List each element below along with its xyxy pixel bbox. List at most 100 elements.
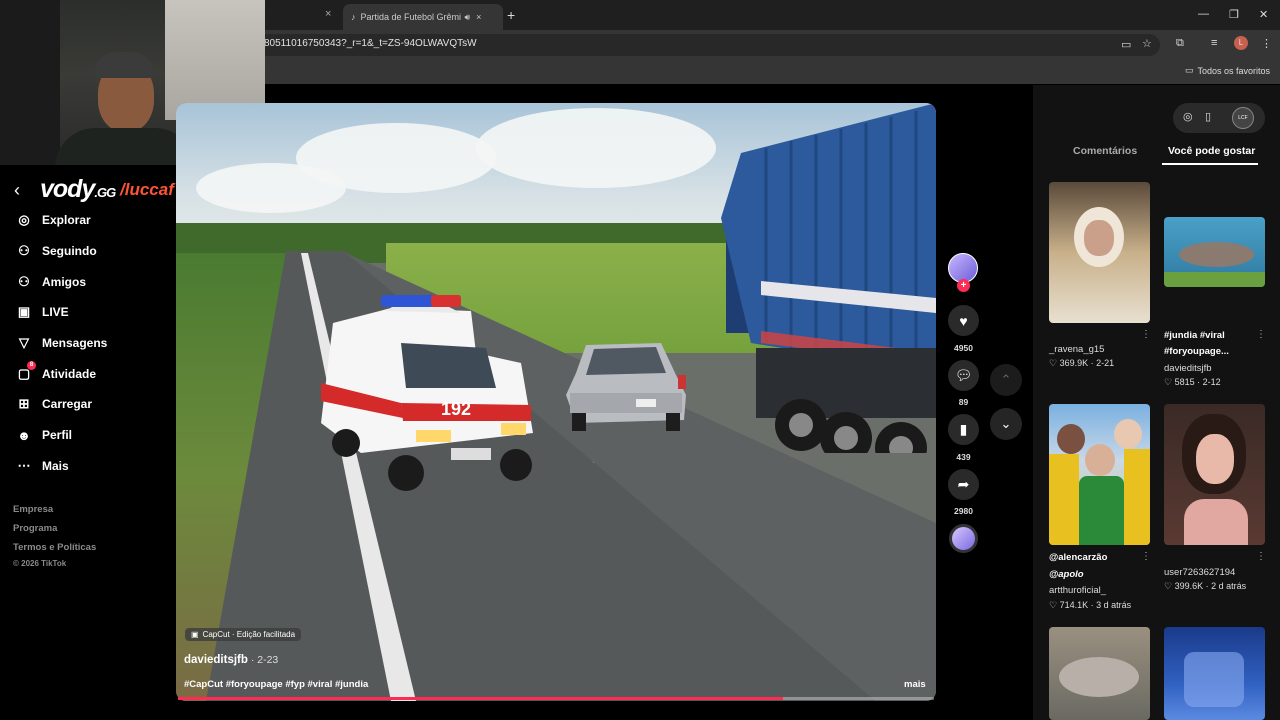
thumb-person — [1057, 424, 1085, 454]
thumb-face — [1196, 434, 1234, 484]
video-thumbnail[interactable] — [1049, 182, 1150, 323]
friends-icon: ⚇ — [18, 274, 30, 289]
previous-video-button[interactable]: ⌃ — [990, 364, 1022, 396]
card-user[interactable]: artthuroficial_ — [1049, 585, 1106, 596]
follow-button[interactable]: + — [957, 279, 970, 292]
share-icon: ➦ — [957, 476, 970, 492]
mobile-icon[interactable]: ▯ — [1205, 110, 1211, 123]
url-text[interactable]: 80511016750343?_r=1&_t=ZS-94OLWAVQTsW — [264, 38, 477, 49]
live-icon: ▣ — [17, 304, 31, 319]
video-car — [566, 343, 686, 431]
cast-icon[interactable]: ▭ — [1121, 38, 1131, 51]
close-window-button[interactable]: ✕ — [1259, 8, 1268, 21]
bookmark-icon: ▮ — [959, 421, 968, 437]
sidebar-item-label: Atividade — [42, 367, 97, 381]
video-thumbnail[interactable] — [1049, 627, 1150, 720]
sidebar-item-amigos[interactable]: ⚇ Amigos — [16, 274, 86, 290]
profile-icon: ☻ — [17, 427, 31, 443]
video-thumbnail[interactable] — [1164, 404, 1265, 545]
thumb-person — [1085, 444, 1115, 476]
tab-comments[interactable]: Comentários — [1073, 145, 1137, 157]
card-menu-icon[interactable]: ⋮ — [1141, 551, 1151, 562]
card-title[interactable]: @alencarzão — [1049, 550, 1139, 566]
capcut-badge[interactable]: ▣ CapCut · Edição facilitada — [185, 628, 302, 641]
profile-avatar-icon[interactable]: L — [1234, 36, 1248, 50]
video-player[interactable]: 192 — [176, 103, 936, 701]
all-bookmarks-link[interactable]: ▭ Todos os favoritos — [1185, 65, 1270, 76]
streamer-cap — [94, 52, 154, 78]
card-stats: ♡ 5815 · 2-12 — [1164, 377, 1221, 387]
streamer-handle: /luccaf — [120, 180, 174, 199]
user-avatar[interactable]: LCF — [1232, 107, 1254, 129]
card-user[interactable]: _ravena_g15 — [1049, 344, 1104, 355]
like-button[interactable]: ♥ — [948, 305, 979, 336]
like-count: 4950 — [954, 343, 973, 353]
ambulance-number: 192 — [441, 399, 471, 419]
sidebar-item-label: Mais — [42, 459, 69, 473]
share-button[interactable]: ➦ — [948, 469, 979, 500]
sidebar-item-perfil[interactable]: ☻ Perfil — [16, 427, 72, 443]
minimize-button[interactable]: — — [1198, 8, 1209, 20]
card-menu-icon[interactable]: ⋮ — [1256, 551, 1266, 562]
card-stats: ♡ 714.1K · 3 d atrás — [1049, 600, 1132, 610]
restore-button[interactable]: ❐ — [1229, 8, 1239, 21]
new-tab-button[interactable]: + — [507, 7, 515, 23]
tab-suggestions[interactable]: Você pode gostar — [1168, 145, 1255, 157]
save-count: 439 — [956, 452, 971, 462]
video-hashtags[interactable]: #CapCut #foryoupage #fyp #viral #jundia — [184, 679, 368, 690]
sidebar-item-label: Amigos — [42, 275, 87, 289]
thumb-shirt — [1049, 454, 1079, 545]
card-title[interactable]: #jundia #viral #foryoupage... — [1164, 328, 1254, 360]
video-thumbnail[interactable] — [1164, 217, 1265, 287]
upload-icon: ⊞ — [18, 396, 30, 411]
chevron-down-icon: ⌄ — [1000, 416, 1012, 431]
sidebar-item-mensagens[interactable]: ▽ Mensagens — [16, 335, 107, 351]
tab-active[interactable]: ♪ Partida de Futebol Grêmio 🔊︎ × — [343, 4, 503, 30]
extensions-icon[interactable]: ⧉ — [1176, 37, 1184, 50]
sidebar-item-seguindo[interactable]: ⚇ Seguindo — [16, 243, 97, 259]
save-button[interactable]: ▮ — [948, 414, 979, 445]
speaker-icon: 🔊︎ — [464, 11, 471, 22]
footer-link-termos[interactable]: Termos e Políticas — [13, 542, 96, 553]
sidebar-item-label: Mensagens — [42, 336, 108, 350]
card-title-secondary[interactable]: @apolo — [1049, 567, 1139, 583]
card-user[interactable]: davieditsjfb — [1164, 363, 1212, 374]
capcut-icon: ▣ — [191, 630, 199, 639]
sidebar-item-explorar[interactable]: ◎ Explorar — [16, 212, 90, 228]
tab-close-icon[interactable]: × — [325, 8, 331, 20]
back-arrow-icon[interactable]: ‹ — [14, 180, 20, 201]
sidebar-item-carregar[interactable]: ⊞ Carregar — [16, 396, 92, 412]
video-thumbnail[interactable] — [1049, 404, 1150, 545]
sidebar-item-live[interactable]: ▣ LIVE — [16, 304, 69, 320]
card-menu-icon[interactable]: ⋮ — [1141, 329, 1151, 340]
video-progress-bar[interactable] — [178, 697, 934, 700]
tab-close-icon[interactable]: × — [476, 12, 481, 22]
video-date: · 2-23 — [247, 654, 279, 666]
card-stats: ♡ 369.9K · 2-21 — [1049, 358, 1115, 368]
card-stats: ♡ 399.6K · 2 d atrás — [1164, 581, 1247, 591]
card-user[interactable]: user7263627194 — [1164, 567, 1235, 578]
comment-button[interactable]: 💬︎ — [948, 360, 979, 391]
more-icon: ⋯ — [17, 458, 31, 473]
tab-title: Partida de Futebol Grêmio — [360, 12, 461, 22]
video-more-link[interactable]: mais — [904, 679, 926, 690]
sidebar-item-mais[interactable]: ⋯ Mais — [16, 458, 69, 474]
next-video-button[interactable]: ⌄ — [990, 408, 1022, 440]
music-disc-icon[interactable] — [949, 524, 978, 553]
explore-icon[interactable]: ◎ — [1183, 110, 1193, 123]
card-menu-icon[interactable]: ⋮ — [1256, 329, 1266, 340]
media-icon[interactable]: ≡ — [1211, 37, 1217, 49]
video-thumbnail[interactable] — [1164, 627, 1265, 720]
bookmark-star-icon[interactable]: ☆ — [1142, 37, 1152, 50]
sidebar-item-atividade[interactable]: ▢ 8 Atividade — [16, 361, 97, 382]
video-author[interactable]: davieditsjfb · 2-23 — [184, 654, 278, 666]
brand-name: vody — [40, 175, 95, 203]
browser-menu-icon[interactable]: ⋮ — [1261, 37, 1272, 50]
webcam-wall — [165, 0, 265, 120]
notification-badge: 8 — [27, 361, 36, 370]
footer-link-empresa[interactable]: Empresa — [13, 504, 53, 515]
footer-link-programa[interactable]: Programa — [13, 523, 57, 534]
tab-underline — [1162, 163, 1258, 165]
capcut-label: CapCut · Edição facilitada — [202, 630, 296, 639]
sidebar-item-label: Seguindo — [42, 244, 97, 258]
